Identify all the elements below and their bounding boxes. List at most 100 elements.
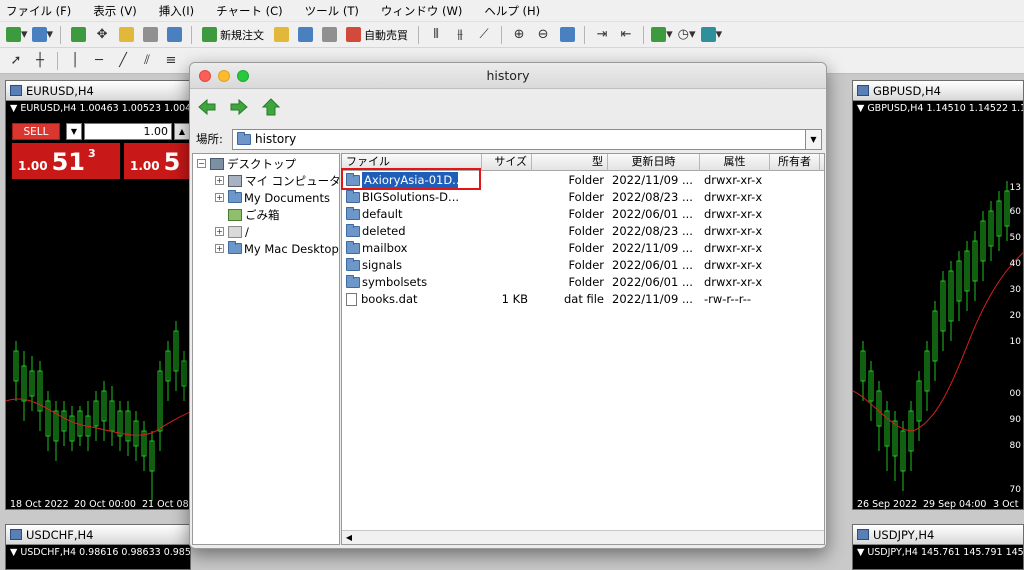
maximize-window-button[interactable] bbox=[237, 70, 249, 82]
file-name: symbolsets bbox=[362, 275, 428, 289]
trendline-icon[interactable]: ╱ bbox=[113, 50, 133, 72]
indicators-icon[interactable]: ▾ bbox=[651, 24, 673, 46]
metaeditor-icon[interactable] bbox=[271, 24, 291, 46]
toolbar-divider bbox=[57, 51, 58, 70]
tree-item-recycle-bin[interactable]: ごみ箱 bbox=[228, 206, 280, 223]
menu-window[interactable]: ウィンドウ (W) bbox=[381, 3, 463, 19]
channel-icon[interactable]: ⫽ bbox=[137, 50, 157, 72]
file-row[interactable]: symbolsets Folder 2022/06/01 ... drwxr-x… bbox=[342, 274, 824, 291]
profiles-icon[interactable]: ▾ bbox=[31, 24, 53, 46]
line-chart-icon[interactable]: ⟋ bbox=[474, 24, 494, 46]
lot-dropdown-icon[interactable]: ▼ bbox=[66, 123, 82, 140]
tile-windows-icon[interactable] bbox=[557, 24, 577, 46]
minimize-window-button[interactable] bbox=[218, 70, 230, 82]
candlestick-chart-icon[interactable]: ⫵ bbox=[450, 24, 470, 46]
bar-chart-icon[interactable]: ⫴ bbox=[426, 24, 446, 46]
back-arrow-icon[interactable] bbox=[196, 96, 218, 118]
chart-titlebar: USDJPY,H4 bbox=[853, 525, 1023, 545]
close-window-button[interactable] bbox=[199, 70, 211, 82]
file-row[interactable]: AxioryAsia-01D... Folder 2022/11/09 ... … bbox=[342, 172, 824, 189]
auto-trade-button[interactable]: 自動売買 bbox=[343, 24, 411, 46]
tree-item-root[interactable]: + / bbox=[215, 223, 249, 240]
tree-item-mac-desktop[interactable]: + My Mac Desktop bbox=[215, 240, 339, 257]
chart-window-icon bbox=[10, 529, 22, 540]
file-size: 1 KB bbox=[501, 292, 528, 306]
scroll-left-icon[interactable]: ◀ bbox=[344, 533, 354, 543]
location-combobox[interactable]: history ▼ bbox=[232, 128, 822, 150]
tree-item-desktop[interactable]: − デスクトップ bbox=[197, 155, 296, 172]
sell-quote[interactable]: 1.00 51 3 bbox=[12, 143, 120, 179]
gbpusd-candles bbox=[853, 181, 1023, 491]
signals-icon[interactable] bbox=[319, 24, 339, 46]
terminal-icon[interactable] bbox=[140, 24, 160, 46]
navigator-icon[interactable] bbox=[116, 24, 136, 46]
drive-icon bbox=[228, 225, 242, 238]
collapse-icon[interactable]: − bbox=[197, 159, 206, 168]
fibonacci-icon[interactable]: ≡ bbox=[161, 50, 181, 72]
data-window-icon[interactable]: ✥ bbox=[92, 24, 112, 46]
chart-title: EURUSD,H4 bbox=[26, 83, 94, 98]
up-folder-arrow-icon[interactable] bbox=[260, 96, 282, 118]
menu-insert[interactable]: 挿入(I) bbox=[159, 3, 194, 19]
menu-help[interactable]: ヘルプ (H) bbox=[484, 3, 540, 19]
new-chart-icon[interactable]: ▾ bbox=[6, 24, 28, 46]
chevron-down-icon[interactable]: ▼ bbox=[805, 129, 821, 149]
cursor-icon[interactable]: ➚ bbox=[6, 50, 26, 72]
strategy-tester-icon[interactable] bbox=[164, 24, 184, 46]
file-row[interactable]: signals Folder 2022/06/01 ... drwxr-xr-x bbox=[342, 257, 824, 274]
file-row[interactable]: mailbox Folder 2022/11/09 ... drwxr-xr-x bbox=[342, 240, 824, 257]
expand-icon[interactable]: + bbox=[215, 193, 224, 202]
menu-chart[interactable]: チャート (C) bbox=[216, 3, 283, 19]
menu-view[interactable]: 表示 (V) bbox=[93, 3, 137, 19]
expand-icon[interactable]: + bbox=[215, 244, 224, 253]
column-header-owner[interactable]: 所有者 bbox=[770, 154, 820, 171]
zoom-out-icon[interactable]: ⊖ bbox=[533, 24, 553, 46]
location-label: 場所: bbox=[196, 132, 223, 146]
buy-quote[interactable]: 1.00 5 bbox=[124, 143, 190, 179]
file-row[interactable]: default Folder 2022/06/01 ... drwxr-xr-x bbox=[342, 206, 824, 223]
column-header-size[interactable]: サイズ bbox=[482, 154, 532, 171]
column-header-modified[interactable]: 更新日時 bbox=[608, 154, 700, 171]
market-watch-icon[interactable] bbox=[68, 24, 88, 46]
chart-window-usdjpy[interactable]: USDJPY,H4 ▼ USDJPY,H4 145.761 145.791 14… bbox=[852, 524, 1024, 570]
expand-icon[interactable]: + bbox=[215, 227, 224, 236]
file-row[interactable]: BIGSolutions-D... Folder 2022/08/23 ... … bbox=[342, 189, 824, 206]
zoom-in-icon[interactable]: ⊕ bbox=[509, 24, 529, 46]
menu-tools[interactable]: ツール (T) bbox=[305, 3, 359, 19]
periods-icon[interactable]: ◷ ▾ bbox=[677, 24, 697, 46]
horizontal-line-icon[interactable]: ─ bbox=[89, 50, 109, 72]
crosshair-icon[interactable]: ┼ bbox=[30, 50, 50, 72]
buy-quote-prefix: 1.00 bbox=[130, 159, 160, 173]
forward-arrow-icon[interactable] bbox=[228, 96, 250, 118]
column-header-attributes[interactable]: 属性 bbox=[700, 154, 770, 171]
toolbar-divider bbox=[584, 25, 586, 44]
lot-size-input[interactable]: 1.00 bbox=[84, 123, 172, 140]
scrollbar-thumb[interactable] bbox=[356, 534, 822, 542]
chart-shift-icon[interactable]: ⇤ bbox=[616, 24, 636, 46]
price-axis-label: 30 bbox=[1009, 285, 1021, 295]
expand-icon[interactable]: + bbox=[215, 176, 224, 185]
chart-info: ▼ USDCHF,H4 0.98616 0.98633 0.98567 0.98… bbox=[10, 547, 191, 558]
menu-file[interactable]: ファイル (F) bbox=[6, 3, 71, 19]
tree-item-my-computer[interactable]: + マイ コンピューター bbox=[215, 172, 352, 189]
horizontal-scrollbar[interactable]: ◀ bbox=[342, 530, 824, 544]
chart-window-gbpusd[interactable]: GBPUSD,H4 ▼ GBPUSD,H4 1.14510 1.14522 1.… bbox=[852, 80, 1024, 510]
sell-button[interactable]: SELL bbox=[12, 123, 60, 140]
sell-quote-big: 51 bbox=[51, 148, 86, 176]
price-axis-label: 70 bbox=[1009, 485, 1021, 495]
toolbar-divider bbox=[501, 25, 503, 44]
file-type: Folder bbox=[568, 275, 604, 289]
lot-increase-icon[interactable]: ▲ bbox=[174, 123, 190, 140]
chart-window-usdchf[interactable]: USDCHF,H4 ▼ USDCHF,H4 0.98616 0.98633 0.… bbox=[5, 524, 191, 570]
new-order-button[interactable]: 新規注文 bbox=[199, 24, 267, 46]
file-row[interactable]: books.dat 1 KB dat file 2022/11/09 ... -… bbox=[342, 291, 824, 308]
account-icon[interactable] bbox=[295, 24, 315, 46]
file-attributes: drwxr-xr-x bbox=[704, 224, 763, 238]
tree-item-my-documents[interactable]: + My Documents bbox=[215, 189, 330, 206]
templates-icon[interactable]: ▾ bbox=[700, 24, 722, 46]
auto-scroll-icon[interactable]: ⇥ bbox=[592, 24, 612, 46]
column-header-name[interactable]: ファイル bbox=[342, 154, 482, 171]
column-header-type[interactable]: 型 bbox=[532, 154, 608, 171]
file-row[interactable]: deleted Folder 2022/08/23 ... drwxr-xr-x bbox=[342, 223, 824, 240]
vertical-line-icon[interactable]: │ bbox=[65, 50, 85, 72]
